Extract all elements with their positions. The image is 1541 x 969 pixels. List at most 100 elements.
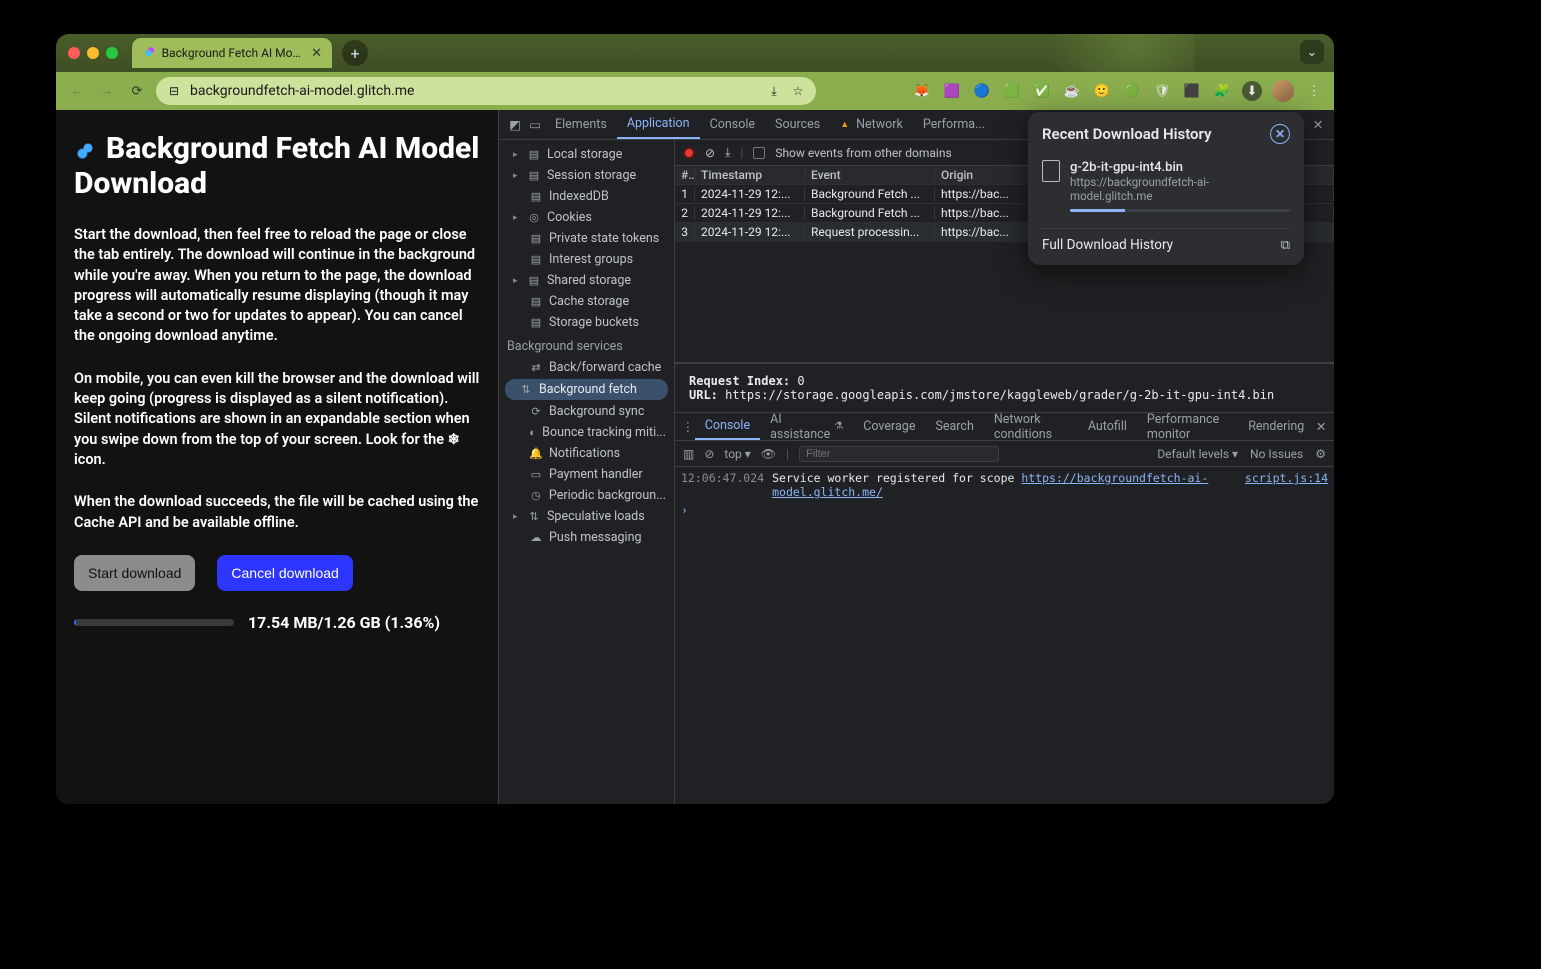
drawer-tab-search[interactable]: Search [925, 413, 983, 440]
extension-icon[interactable]: 🟩 [1002, 81, 1022, 101]
install-app-icon[interactable]: ⤓ [766, 83, 782, 99]
extension-icon[interactable]: 🙂 [1092, 81, 1112, 101]
tab-search-button[interactable]: ⌄ [1300, 40, 1324, 64]
drawer-tab-console[interactable]: Console [695, 413, 760, 440]
sidebar-item[interactable]: Notifications [549, 446, 620, 461]
sidebar-item[interactable]: Private state tokens [549, 231, 659, 246]
context-selector[interactable]: top ▾ [724, 447, 750, 461]
popover-close-button[interactable]: ✕ [1270, 124, 1290, 144]
drawer-tab-rendering[interactable]: Rendering [1238, 413, 1314, 440]
drawer-tab-coverage[interactable]: Coverage [853, 413, 925, 440]
clear-button[interactable]: ⊘ [705, 146, 715, 160]
sidebar-item[interactable]: Shared storage [547, 273, 631, 288]
extension-icon[interactable]: 🟪 [942, 81, 962, 101]
sidebar-item[interactable]: Payment handler [549, 467, 643, 482]
sidebar-item[interactable]: Storage buckets [549, 315, 639, 330]
drawer-tab-perf-monitor[interactable]: Performance monitor [1137, 413, 1238, 440]
sidebar-item[interactable]: Back/forward cache [549, 360, 661, 375]
drawer-close-icon[interactable]: ✕ [1314, 419, 1328, 435]
browser-window: Background Fetch AI Model D ✕ + ⌄ ← → ⟳ … [56, 34, 1334, 804]
sidebar-item[interactable]: Cache storage [549, 294, 629, 309]
minimize-window-button[interactable] [87, 47, 99, 59]
open-external-icon[interactable]: ⧉ [1281, 238, 1290, 253]
back-button[interactable]: ← [66, 80, 88, 102]
sidebar-item[interactable]: Interest groups [549, 252, 633, 267]
log-levels-dropdown[interactable]: Default levels ▾ [1157, 447, 1238, 461]
sidebar-item[interactable]: Local storage [547, 147, 622, 162]
sidebar-item[interactable]: Periodic backgroun... [549, 488, 666, 503]
browser-tab[interactable]: Background Fetch AI Model D ✕ [132, 38, 332, 68]
toolbar-actions: 🦊 🟪 🔵 🟩 ✅ ☕ 🙂 🟢 🛡 ⬛ 🧩 ⬇ ⋮ [912, 80, 1324, 102]
page-paragraph: Start the download, then feel free to re… [74, 225, 480, 347]
console-output[interactable]: 12:06:47.024 Service worker registered f… [675, 467, 1334, 582]
site-settings-icon[interactable]: ⊟ [166, 83, 182, 99]
extension-icon[interactable]: 🛡 [1152, 81, 1172, 101]
extension-icon[interactable]: ⬛ [1182, 81, 1202, 101]
address-bar[interactable]: ⊟ backgroundfetch-ai-model.glitch.me ⤓ ☆ [156, 77, 816, 105]
save-button[interactable]: ⤓ [725, 145, 730, 160]
record-button[interactable] [683, 147, 695, 159]
console-sidebar-toggle-icon[interactable]: ▥ [683, 447, 694, 461]
sidebar-item-background-fetch[interactable]: Background fetch [539, 382, 637, 397]
web-page: Background Fetch AI Model Download Start… [56, 110, 498, 804]
new-tab-button[interactable]: + [342, 40, 368, 66]
application-sidebar[interactable]: ▸▤Local storage ▸▤Session storage ▤Index… [499, 140, 675, 804]
downloads-icon[interactable]: ⬇ [1242, 81, 1262, 101]
maximize-window-button[interactable] [106, 47, 118, 59]
tab-favicon [142, 46, 155, 60]
forward-button[interactable]: → [96, 80, 118, 102]
download-item[interactable]: g-2b-it-gpu-int4.bin https://backgroundf… [1042, 154, 1290, 218]
drawer-tab-ai[interactable]: AI assistance ⚗ [760, 413, 853, 440]
console-settings-icon[interactable]: ⚙ [1315, 447, 1326, 461]
tab-console[interactable]: Console [700, 110, 765, 139]
start-download-button[interactable]: Start download [74, 555, 195, 591]
close-tab-icon[interactable]: ✕ [311, 46, 322, 61]
reload-button[interactable]: ⟳ [126, 80, 148, 102]
download-progress-bar [1070, 209, 1290, 212]
extension-icon[interactable]: 🟢 [1122, 81, 1142, 101]
sidebar-item[interactable]: Cookies [547, 210, 592, 225]
tab-bar: Background Fetch AI Model D ✕ + ⌄ [56, 34, 1334, 72]
extension-icon[interactable]: 🔵 [972, 81, 992, 101]
console-source-link[interactable]: script.js:14 [1245, 471, 1328, 499]
full-history-link[interactable]: Full Download History [1042, 237, 1173, 253]
sidebar-item[interactable]: Background sync [549, 404, 644, 419]
tab-network[interactable]: Network [830, 110, 913, 139]
extension-icon[interactable]: 🦊 [912, 81, 932, 101]
inspect-icon[interactable]: ◩ [505, 117, 525, 133]
col-event[interactable]: Event [805, 168, 935, 182]
tab-elements[interactable]: Elements [545, 110, 617, 139]
show-other-domains-checkbox[interactable] [753, 147, 765, 159]
console-clear-icon[interactable]: ⊘ [704, 447, 714, 461]
tab-sources[interactable]: Sources [765, 110, 830, 139]
bookmark-star-icon[interactable]: ☆ [790, 83, 806, 99]
devtools-close-icon[interactable]: ✕ [1308, 117, 1328, 133]
console-prompt[interactable]: › [681, 503, 1328, 517]
profile-avatar[interactable] [1272, 80, 1294, 102]
tab-performance[interactable]: Performa... [913, 110, 995, 139]
sidebar-item[interactable]: Bounce tracking miti... [542, 425, 666, 440]
drawer-tab-autofill[interactable]: Autofill [1078, 413, 1137, 440]
close-window-button[interactable] [68, 47, 80, 59]
extension-icon[interactable]: ☕ [1062, 81, 1082, 101]
cancel-download-button[interactable]: Cancel download [217, 555, 352, 591]
extension-icon[interactable]: ✅ [1032, 81, 1052, 101]
sidebar-item[interactable]: Speculative loads [547, 509, 645, 524]
sidebar-item[interactable]: IndexedDB [549, 189, 609, 204]
issues-button[interactable]: No Issues [1250, 447, 1303, 461]
chrome-menu-icon[interactable]: ⋮ [1304, 81, 1324, 101]
button-row: Start download Cancel download [74, 555, 480, 591]
tab-title: Background Fetch AI Model D [162, 46, 304, 60]
tab-application[interactable]: Application [617, 110, 700, 139]
live-expression-icon[interactable]: 👁 [761, 447, 776, 461]
sidebar-item[interactable]: Session storage [547, 168, 636, 183]
drawer-tabs: ⋮ Console AI assistance ⚗ Coverage Searc… [675, 413, 1334, 441]
popover-title: Recent Download History ✕ [1042, 124, 1290, 144]
drawer-tab-network-conditions[interactable]: Network conditions [984, 413, 1078, 440]
console-filter-input[interactable] [799, 446, 999, 462]
col-timestamp[interactable]: Timestamp [695, 168, 805, 182]
drawer-more-icon[interactable]: ⋮ [681, 419, 695, 435]
extensions-menu-icon[interactable]: 🧩 [1212, 81, 1232, 101]
device-toggle-icon[interactable]: ▭ [525, 117, 545, 133]
sidebar-item[interactable]: Push messaging [549, 530, 642, 545]
